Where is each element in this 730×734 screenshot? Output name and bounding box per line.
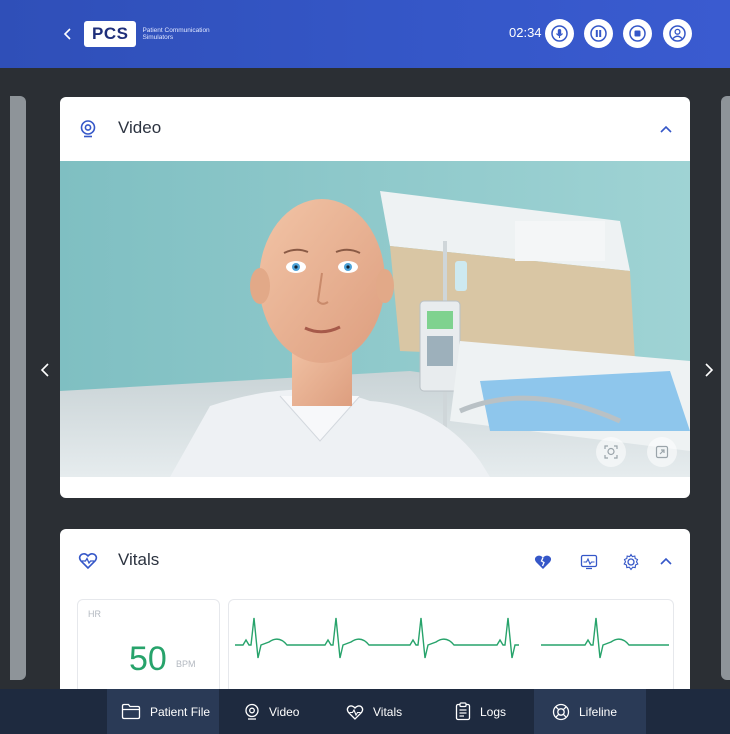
fullscreen-icon — [655, 445, 669, 459]
heart-icon — [78, 552, 98, 570]
face-tracking-button[interactable] — [596, 437, 626, 467]
face-tracking-icon — [604, 445, 618, 459]
previous-panel-button[interactable] — [36, 358, 54, 382]
video-feed[interactable] — [60, 161, 690, 477]
video-card: Video — [60, 97, 690, 498]
ecg-waveform — [228, 599, 674, 694]
vitals-collapse-button[interactable] — [656, 551, 676, 571]
patient-video-image — [60, 161, 690, 477]
next-panel-button[interactable] — [700, 358, 718, 382]
chevron-up-icon — [660, 125, 672, 133]
monitor-button[interactable] — [578, 551, 600, 573]
profile-button[interactable] — [663, 19, 692, 48]
video-collapse-button[interactable] — [656, 119, 676, 139]
chevron-left-icon — [63, 28, 71, 40]
vitals-card-title: Vitals — [118, 550, 160, 569]
ecg-trace — [235, 617, 669, 659]
vitals-card: Vitals HR 50 BPM — [60, 529, 690, 699]
monitor-icon — [580, 554, 598, 570]
nav-video[interactable]: Video — [244, 689, 299, 734]
webcam-icon — [245, 703, 259, 720]
nav-vitals-label: Vitals — [373, 704, 403, 719]
lifebuoy-icon — [552, 703, 570, 720]
stop-button[interactable] — [623, 19, 652, 48]
video-card-title: Video — [118, 118, 162, 137]
mic-icon — [551, 25, 568, 42]
session-timer: 02:34 — [509, 25, 542, 40]
gear-icon — [623, 553, 639, 571]
back-button[interactable] — [58, 22, 78, 46]
nav-lifeline[interactable]: Lifeline — [534, 689, 646, 734]
nav-vitals[interactable]: Vitals — [346, 689, 402, 734]
cardiac-arrest-button[interactable] — [532, 551, 554, 573]
pause-button[interactable] — [584, 19, 613, 48]
chevron-left-icon — [40, 363, 49, 377]
top-bar: PCS Patient Communication Simulators 02:… — [0, 0, 730, 68]
pause-icon — [590, 25, 607, 42]
hr-unit: BPM — [176, 659, 196, 669]
vitals-settings-button[interactable] — [620, 551, 642, 573]
nav-video-label: Video — [269, 704, 300, 719]
webcam-icon — [80, 120, 96, 138]
heart-icon — [346, 704, 364, 720]
stop-icon — [629, 25, 646, 42]
previous-panel-edge — [10, 96, 26, 680]
logo: PCS Patient Communication Simulators — [84, 21, 222, 47]
nav-logs-label: Logs — [480, 704, 507, 719]
user-icon — [669, 25, 686, 42]
hr-label: HR — [88, 609, 101, 619]
nav-logs[interactable]: Logs — [455, 689, 506, 734]
nav-patient-file-label: Patient File — [150, 704, 211, 719]
logo-mark: PCS — [84, 21, 137, 47]
nav-lifeline-label: Lifeline — [579, 704, 618, 719]
nav-patient-file[interactable]: Patient File — [107, 689, 219, 734]
hr-value: 50 — [129, 640, 167, 678]
folder-icon — [121, 703, 141, 720]
chevron-up-icon — [660, 557, 672, 565]
video-card-header: Video — [60, 97, 690, 161]
heart-rate-tile[interactable]: HR 50 BPM — [77, 599, 220, 694]
chevron-right-icon — [705, 363, 714, 377]
logo-subtitle: Patient Communication Simulators — [142, 26, 210, 42]
fullscreen-button[interactable] — [647, 437, 677, 467]
clipboard-icon — [455, 702, 471, 721]
next-panel-edge — [721, 96, 730, 680]
broken-heart-icon — [534, 555, 552, 569]
bottom-navigation: Patient File Video Vitals Logs Lifeline — [0, 689, 730, 734]
microphone-button[interactable] — [545, 19, 574, 48]
